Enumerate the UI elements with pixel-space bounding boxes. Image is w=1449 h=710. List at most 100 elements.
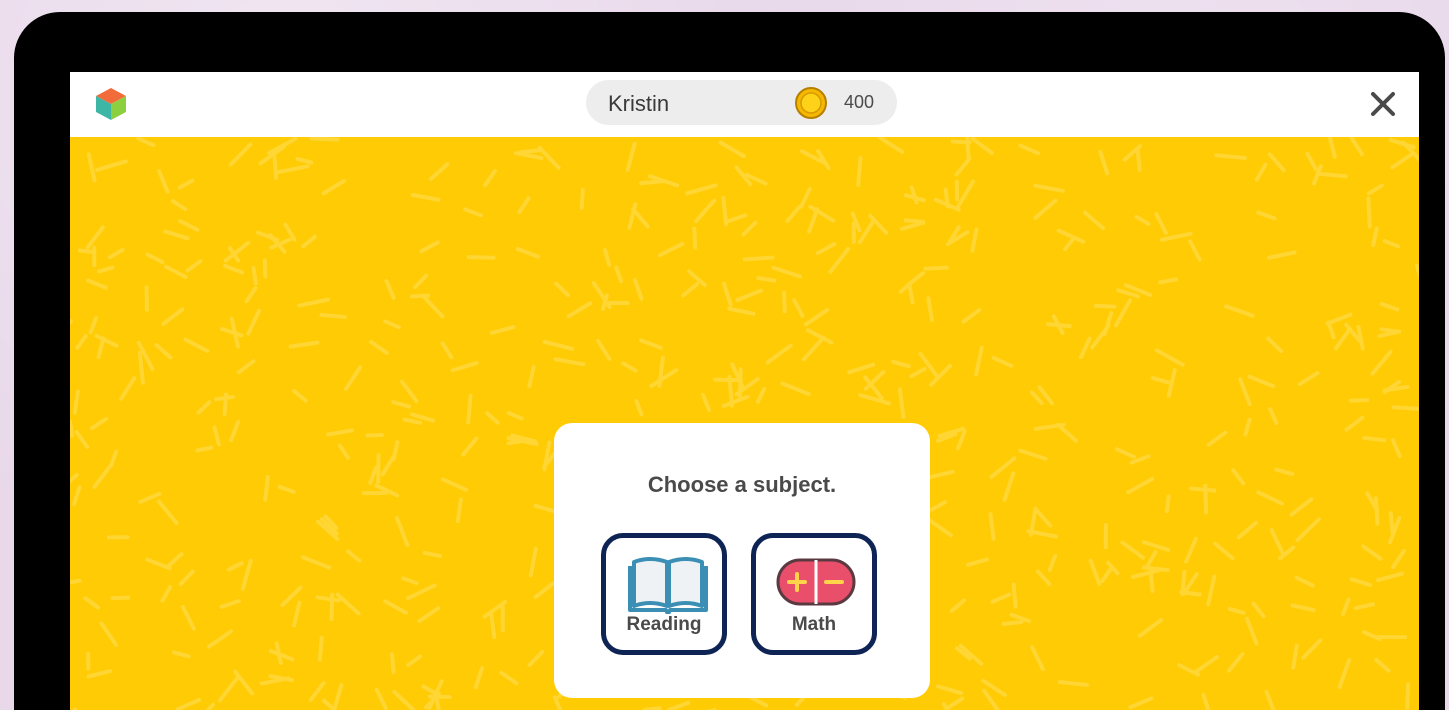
confetti-stroke [1371, 226, 1379, 248]
confetti-stroke [166, 551, 184, 569]
confetti-stroke [308, 680, 326, 702]
confetti-stroke [219, 599, 241, 609]
confetti-stroke [72, 485, 82, 506]
confetti-stroke [473, 665, 485, 690]
confetti-stroke [991, 355, 1014, 368]
confetti-stroke [1184, 536, 1198, 564]
confetti-stroke [1056, 422, 1079, 443]
confetti-stroke [94, 333, 119, 348]
confetti-stroke [614, 265, 624, 284]
confetti-stroke [326, 428, 354, 437]
confetti-stroke [483, 169, 497, 188]
confetti-stroke [1206, 574, 1217, 607]
confetti-stroke [1405, 682, 1411, 710]
confetti-stroke [1379, 302, 1400, 312]
confetti-stroke [420, 293, 445, 319]
confetti-stroke [283, 222, 297, 242]
confetti-stroke [180, 604, 196, 631]
confetti-stroke [891, 359, 911, 369]
confetti-stroke [897, 387, 906, 420]
confetti-stroke [771, 265, 803, 279]
confetti-stroke [95, 159, 128, 172]
confetti-stroke [847, 362, 876, 375]
confetti-stroke [109, 449, 119, 468]
confetti-stroke [1154, 212, 1168, 235]
confetti-stroke [1370, 349, 1393, 376]
confetti-stroke [1236, 520, 1259, 540]
confetti-stroke [1256, 210, 1277, 221]
confetti-stroke [206, 629, 234, 649]
confetti-stroke [226, 561, 244, 572]
confetti-stroke [1243, 417, 1252, 437]
confetti-stroke [625, 141, 637, 172]
confetti-stroke [461, 436, 479, 457]
confetti-stroke [1379, 327, 1399, 334]
confetti-stroke [272, 154, 279, 180]
confetti-stroke [1137, 618, 1164, 638]
confetti-stroke [321, 178, 347, 196]
confetti-stroke [1144, 550, 1158, 570]
confetti-stroke [1029, 390, 1044, 405]
confetti-stroke [329, 592, 335, 621]
confetti-stroke [700, 392, 712, 413]
confetti-stroke [1325, 312, 1353, 326]
confetti-stroke [765, 343, 793, 365]
confetti-stroke [737, 367, 743, 402]
confetti-stroke [183, 337, 210, 354]
confetti-stroke [83, 596, 101, 610]
confetti-stroke [145, 557, 172, 571]
math-button[interactable]: Math [751, 533, 877, 655]
main-area: Choose a subject. Reading Math [70, 137, 1419, 710]
confetti-stroke [956, 429, 967, 451]
confetti-stroke [1269, 528, 1285, 556]
confetti-stroke [966, 557, 990, 567]
confetti-stroke [394, 515, 410, 548]
confetti-stroke [1291, 643, 1299, 670]
confetti-stroke [485, 411, 500, 425]
confetti-stroke [726, 213, 748, 224]
reading-button[interactable]: Reading [601, 533, 727, 655]
confetti-stroke [1093, 303, 1117, 309]
confetti-stroke [799, 187, 812, 209]
open-book-icon [628, 557, 708, 614]
confetti-stroke [1382, 238, 1400, 249]
confetti-stroke [1294, 575, 1315, 588]
confetti-stroke [533, 503, 558, 514]
confetti-stroke [401, 576, 419, 585]
confetti-stroke [317, 635, 324, 662]
top-bar: Kristin 400 [70, 72, 1419, 137]
confetti-stroke [160, 584, 173, 603]
confetti-stroke [785, 204, 802, 224]
confetti-stroke [877, 137, 905, 154]
confetti-stroke [1333, 327, 1352, 351]
confetti-stroke [195, 445, 214, 453]
confetti-stroke [1193, 655, 1220, 674]
confetti-stroke [1179, 589, 1202, 597]
app-screen: Kristin 400 Choose a subject. Reading Ma… [70, 72, 1419, 710]
confetti-stroke [1009, 612, 1032, 624]
confetti-stroke [383, 599, 409, 615]
confetti-stroke [1290, 603, 1316, 613]
confetti-stroke [907, 283, 915, 305]
confetti-stroke [929, 500, 947, 512]
confetti-stroke [335, 592, 361, 616]
confetti-stroke [856, 156, 863, 187]
confetti-stroke [417, 606, 441, 624]
confetti-stroke [85, 225, 105, 250]
cube-logo-icon [96, 88, 126, 120]
confetti-stroke [300, 555, 332, 570]
confetti-stroke [1326, 320, 1336, 340]
confetti-stroke [86, 669, 113, 679]
confetti-stroke [1353, 602, 1376, 611]
confetti-stroke [345, 549, 362, 563]
confetti-stroke [1148, 567, 1155, 593]
close-icon[interactable] [1367, 88, 1399, 120]
confetti-stroke [185, 259, 203, 273]
confetti-stroke [292, 388, 308, 403]
confetti-stroke [1305, 151, 1318, 171]
confetti-stroke [489, 612, 497, 639]
confetti-stroke [1098, 149, 1110, 176]
confetti-stroke [138, 491, 162, 504]
confetti-stroke [1373, 496, 1380, 526]
confetti-stroke [970, 227, 979, 253]
